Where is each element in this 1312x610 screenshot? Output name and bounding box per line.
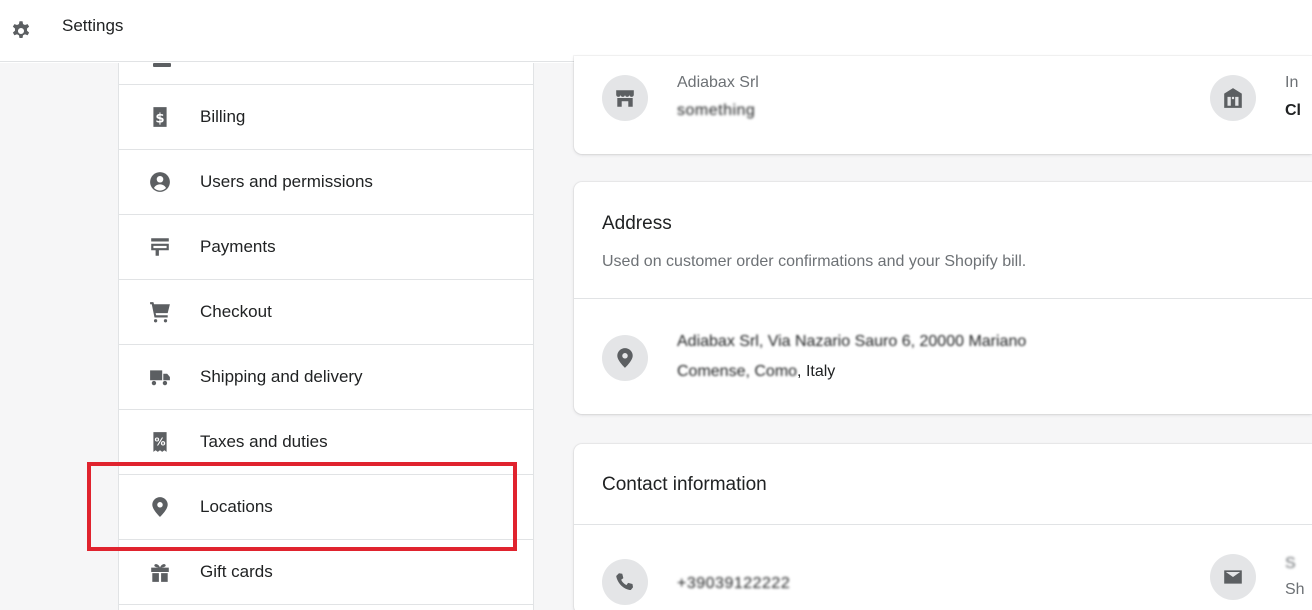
address-city: Comense, Como (677, 363, 798, 380)
sidebar-item-shipping-and-delivery[interactable]: Shipping and delivery (119, 345, 533, 410)
address-line-2: Comense, Como, Italy (677, 363, 835, 381)
location-pin-icon (149, 496, 171, 518)
sidebar-item-label: Taxes and duties (200, 432, 328, 451)
gear-icon[interactable] (8, 18, 34, 44)
store-icon (602, 75, 648, 121)
sidebar-item-label: Users and permissions (200, 172, 373, 191)
contact-phone: +39039122222 (677, 575, 791, 592)
sidebar-item-label: Billing (200, 107, 246, 126)
sidebar-item-label: Checkout (200, 302, 272, 321)
sidebar-item-taxes-and-duties[interactable]: % Taxes and duties (119, 410, 533, 475)
address-line-1: Adiabax Srl, Via Nazario Sauro 6, 20000 … (677, 333, 1027, 350)
building-icon (1210, 75, 1256, 121)
phone-icon (602, 559, 648, 605)
email-icon (1210, 554, 1256, 600)
sidebar-item-gift-cards[interactable]: Gift cards (119, 540, 533, 605)
address-country: , Italy (797, 363, 836, 380)
sidebar-item-label: Locations (200, 497, 273, 516)
user-icon (149, 171, 171, 193)
top-bar: Settings (0, 0, 1312, 62)
cart-icon (149, 301, 171, 323)
address-heading: Address (602, 213, 672, 234)
svg-text:$: $ (155, 112, 164, 127)
store-right-value: Cl (1285, 102, 1301, 119)
store-details-card: Adiabax Srl something In Cl (574, 56, 1312, 154)
sidebar-item-label: Gift cards (200, 562, 273, 581)
address-card: Address Used on customer order confirmat… (574, 182, 1312, 414)
divider (574, 298, 1312, 299)
contact-information-card: Contact information +39039122222 S Sh (574, 444, 1312, 610)
sidebar-item-label: Payments (200, 237, 276, 256)
divider (574, 524, 1312, 525)
sidebar-item-checkout[interactable]: Checkout (119, 280, 533, 345)
address-description: Used on customer order confirmations and… (602, 253, 1027, 270)
billing-icon: $ (149, 106, 171, 128)
tax-receipt-icon: % (149, 431, 171, 453)
contact-right-value: Sh (1285, 581, 1305, 598)
truck-icon (149, 366, 171, 388)
nav-item-partial[interactable] (119, 63, 533, 85)
store-name: Adiabax Srl (677, 74, 759, 91)
page-title: Settings (62, 16, 124, 35)
payments-icon (149, 236, 171, 258)
contact-heading: Contact information (602, 474, 767, 495)
svg-text:%: % (154, 435, 165, 448)
sidebar-item-users-and-permissions[interactable]: Users and permissions (119, 150, 533, 215)
settings-nav: $ Billing Users and permissions Payments… (118, 63, 534, 610)
gift-icon (149, 561, 171, 583)
sidebar-item-payments[interactable]: Payments (119, 215, 533, 280)
sidebar-item-locations[interactable]: Locations (119, 475, 533, 540)
store-subtext: something (677, 102, 756, 119)
partial-icon (153, 63, 171, 67)
store-right-label: In (1285, 74, 1299, 91)
contact-right-label: S (1285, 555, 1297, 572)
location-pin-icon (602, 335, 648, 381)
sidebar-item-label: Shipping and delivery (200, 367, 363, 386)
sidebar-item-billing[interactable]: $ Billing (119, 85, 533, 150)
